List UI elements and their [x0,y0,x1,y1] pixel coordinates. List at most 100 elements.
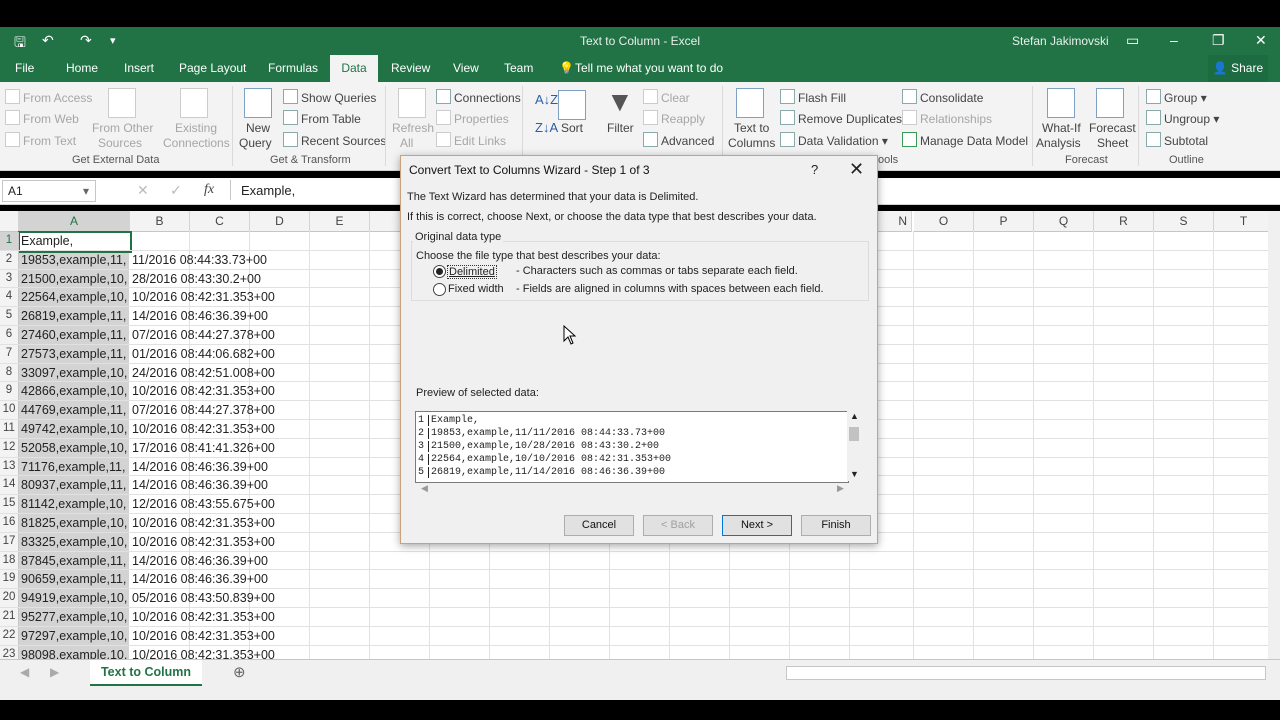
cancel-entry-icon[interactable]: ✕ [137,182,149,199]
finish-button[interactable]: Finish [801,515,871,536]
cell-a[interactable]: 42866,example,10, [21,384,127,398]
scroll-down-icon[interactable]: ▼ [850,469,859,479]
horizontal-scrollbar[interactable] [786,666,1266,680]
row-header[interactable]: 5 [0,307,19,326]
restore-icon[interactable]: ❐ [1212,32,1225,49]
subtotal-button[interactable]: Subtotal [1146,132,1208,148]
cell-b-overflow[interactable]: 01/2016 08:44:06.682+00 [132,347,275,361]
connections-button[interactable]: Connections [436,89,521,105]
row-header[interactable]: 22 [0,626,19,646]
column-header-r[interactable]: R [1094,211,1154,232]
what-if-analysis-button[interactable]: What-If [1042,121,1081,135]
column-header-q[interactable]: Q [1034,211,1094,232]
cell-a[interactable]: 27573,example,11, [21,347,126,361]
tab-data[interactable]: Data [330,55,378,82]
advanced-button[interactable]: Advanced [643,132,714,148]
column-header-b[interactable]: B [130,211,190,232]
ungroup-button[interactable]: Ungroup ▾ [1146,110,1219,126]
column-header-e[interactable]: E [310,211,370,232]
confirm-entry-icon[interactable]: ✓ [170,182,182,199]
cell-a[interactable]: 81142,example,10, [21,497,126,511]
row-header[interactable]: 8 [0,363,19,383]
fixed-width-radio[interactable] [433,283,446,296]
add-sheet-icon[interactable]: ⊕ [233,663,246,681]
cell-b-overflow[interactable]: 10/2016 08:42:31.353+00 [132,384,275,398]
delimited-radio[interactable] [433,265,446,278]
cell-b-overflow[interactable]: 05/2016 08:43:50.839+00 [132,591,275,605]
cell-a[interactable]: 27460,example,11, [21,328,126,342]
row-header[interactable]: 17 [0,532,19,552]
share-button[interactable]: 👤 Share [1208,55,1268,82]
data-validation-button[interactable]: Data Validation ▾ [780,132,888,148]
cell-a[interactable]: 71176,example,11, [21,460,125,474]
row-header[interactable]: 20 [0,589,19,608]
cell-b-overflow[interactable]: 17/2016 08:41:41.326+00 [132,441,275,455]
cell-b-overflow[interactable]: 28/2016 08:43:30.2+00 [132,272,261,286]
from-text-button[interactable]: From Text [5,132,76,148]
tab-formulas[interactable]: Formulas [268,61,318,75]
cell-a[interactable]: 49742,example,10, [21,422,127,436]
cell-b-overflow[interactable]: 12/2016 08:43:55.675+00 [132,497,275,511]
column-header-t[interactable]: T [1214,211,1268,232]
cell-b-overflow[interactable]: 14/2016 08:46:36.39+00 [132,309,268,323]
preview-vertical-scrollbar[interactable]: ▲ ▼ [847,411,861,481]
recent-sources-button[interactable]: Recent Sources [283,132,386,148]
cell-a[interactable]: 19853,example,11, [21,253,126,267]
select-all-corner[interactable] [0,211,19,232]
filter-button[interactable]: Filter [607,121,634,135]
tab-insert[interactable]: Insert [124,61,154,75]
cell-a[interactable]: 33097,example,10, [21,366,127,380]
remove-duplicates-button[interactable]: Remove Duplicates [780,110,902,126]
column-header-a[interactable]: A [19,211,130,233]
reapply-button[interactable]: Reapply [643,110,705,126]
scroll-sheets-right-icon[interactable]: ▶ [50,665,59,679]
delimited-label[interactable]: Delimited [447,265,497,279]
group-button[interactable]: Group ▾ [1146,89,1207,105]
row-header[interactable]: 6 [0,326,19,345]
row-header[interactable]: 12 [0,438,19,458]
row-header[interactable]: 7 [0,344,19,364]
from-other-sources-button[interactable]: From Other [92,121,153,135]
tab-home[interactable]: Home [66,61,98,75]
row-header[interactable]: 19 [0,570,19,590]
row-header[interactable]: 9 [0,382,19,402]
properties-button[interactable]: Properties [436,110,509,126]
relationships-button[interactable]: Relationships [902,110,992,126]
column-header-s[interactable]: S [1154,211,1214,232]
sort-za-icon[interactable]: Z↓A [535,120,558,135]
cell-a[interactable]: 83325,example,10, [21,535,127,549]
row-header[interactable]: 18 [0,551,19,571]
cell-b-overflow[interactable]: 07/2016 08:44:27.378+00 [132,328,275,342]
cell-b-overflow[interactable]: 10/2016 08:42:31.353+00 [132,648,275,659]
cell-a[interactable]: 98098,example,10, [21,648,127,659]
cell-b-overflow[interactable]: 10/2016 08:42:31.353+00 [132,610,275,624]
cell-a[interactable]: 90659,example,11, [21,572,126,586]
row-header[interactable]: 10 [0,401,19,420]
tab-team[interactable]: Team [504,61,533,75]
insert-function-icon[interactable]: fx [204,182,214,198]
row-header[interactable]: 3 [0,269,19,289]
row-header[interactable]: 16 [0,514,19,533]
close-icon[interactable]: ✕ [849,159,864,180]
cell-b-overflow[interactable]: 14/2016 08:46:36.39+00 [132,478,268,492]
column-header-c[interactable]: C [190,211,250,232]
scroll-up-icon[interactable]: ▲ [850,411,859,421]
ribbon-display-icon[interactable]: ▭ [1126,32,1139,49]
fixed-width-label[interactable]: Fixed width [448,283,504,295]
cell-a[interactable]: 22564,example,10, [21,290,127,304]
from-table-button[interactable]: From Table [283,110,361,126]
cell-a[interactable]: 80937,example,11, [21,478,126,492]
data-preview[interactable]: 1 Example, 2 19853,example,11/11/2016 08:44… [415,411,849,483]
from-web-button[interactable]: From Web [5,110,79,126]
cell-a[interactable]: 21500,example,10, [21,272,127,286]
column-header-d[interactable]: D [250,211,310,232]
next-button[interactable]: Next > [722,515,792,536]
scroll-right-icon[interactable]: ▶ [837,483,844,494]
back-button[interactable]: < Back [643,515,713,536]
cell-a[interactable]: 94919,example,10, [21,591,127,605]
cell-b-overflow[interactable]: 11/2016 08:44:33.73+00 [132,253,267,267]
cell-a[interactable]: 95277,example,10, [21,610,127,624]
column-header-o[interactable]: O [914,211,974,232]
cancel-button[interactable]: Cancel [564,515,634,536]
cell-a[interactable]: 26819,example,11, [21,309,126,323]
